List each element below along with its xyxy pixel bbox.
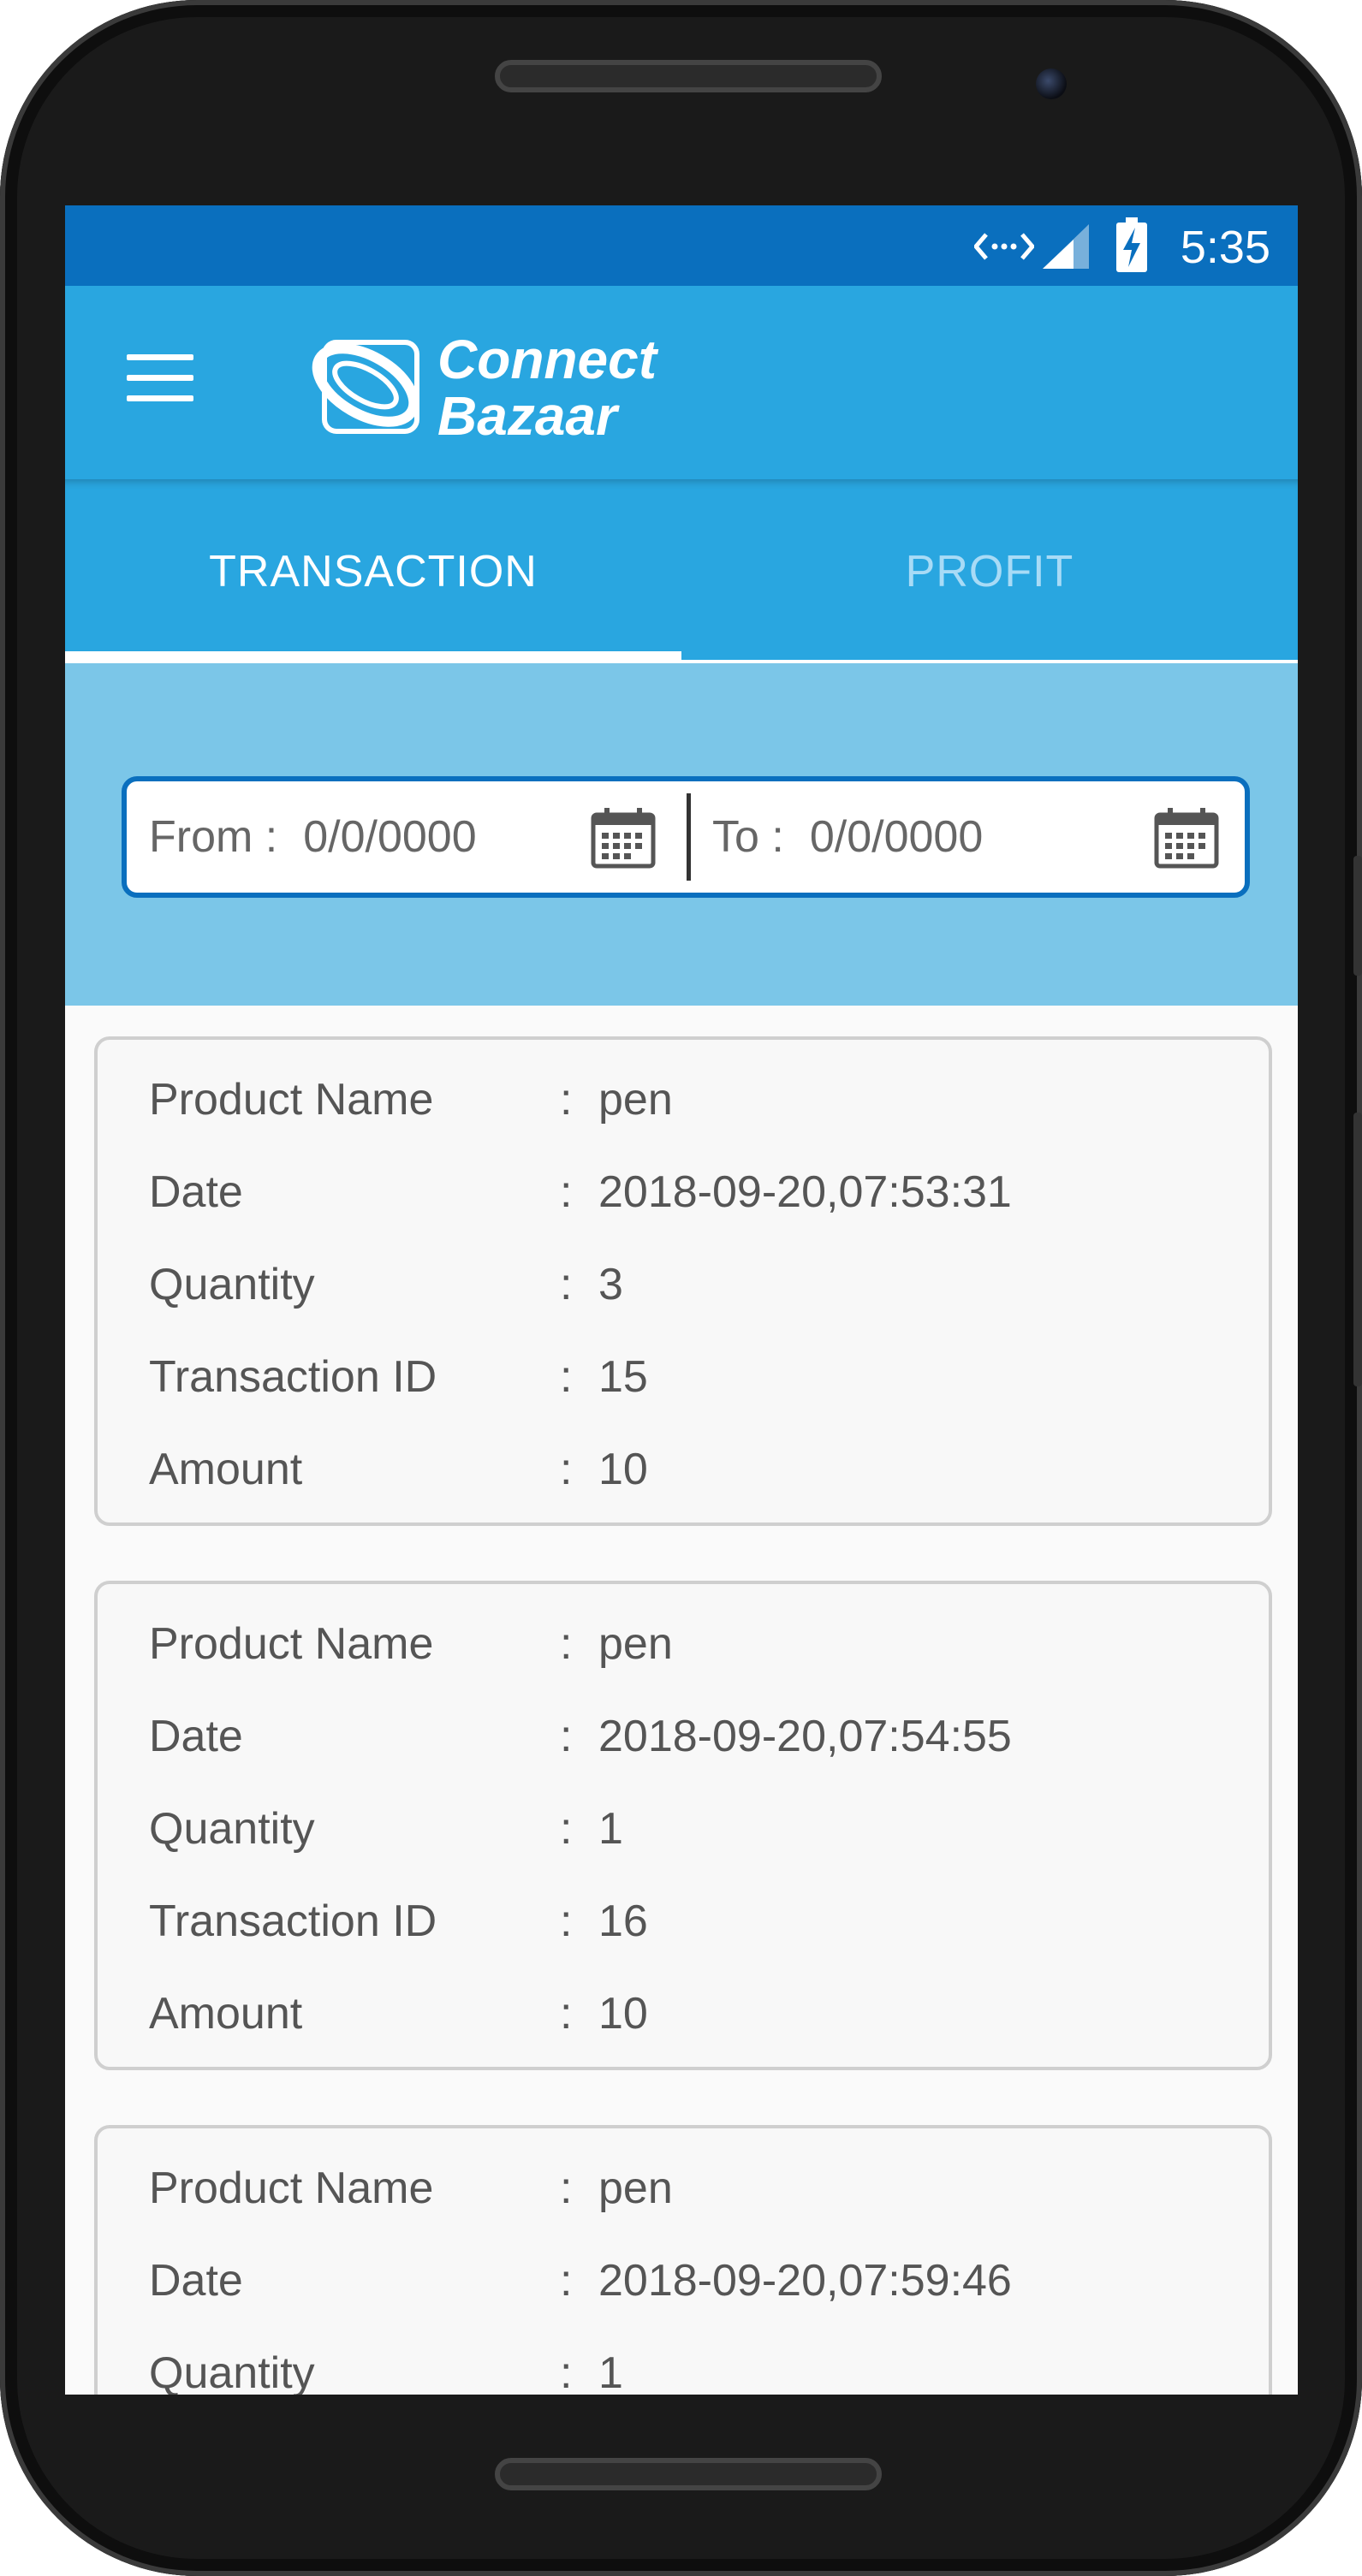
from-date-value: 0/0/0000 — [303, 812, 477, 862]
amount-value: 10 — [598, 1445, 648, 1494]
separator: : — [560, 1167, 573, 1217]
signal-icon — [1043, 224, 1089, 269]
separator: : — [560, 1712, 573, 1761]
device-frame: 5:35 Connect Bazaar TRANSACTION PROFIT F… — [0, 0, 1362, 2576]
bottom-speaker — [495, 2458, 882, 2490]
quantity-label: Quantity — [149, 1260, 315, 1309]
from-calendar-icon[interactable] — [591, 807, 656, 869]
menu-icon[interactable] — [127, 354, 193, 402]
separator: : — [560, 1352, 573, 1402]
data-transfer-icon — [974, 233, 1034, 260]
product-name-label: Product Name — [149, 1619, 434, 1669]
quantity-value: 1 — [598, 2348, 623, 2395]
date-label: Date — [149, 1167, 243, 1217]
tab-profit[interactable]: PROFIT — [681, 479, 1298, 663]
amount-label: Amount — [149, 1989, 303, 2039]
active-tab-indicator — [65, 651, 681, 663]
amount-label: Amount — [149, 1445, 303, 1494]
logo-text-connect: Connect — [437, 329, 657, 390]
transaction-card[interactable]: Product Name : pen Date : 2018-09-20,07:… — [94, 1036, 1272, 1526]
transaction-id-label: Transaction ID — [149, 1896, 437, 1946]
logo-icon — [312, 340, 419, 434]
separator: : — [560, 2163, 573, 2213]
separator: : — [560, 1619, 573, 1669]
tab-transaction[interactable]: TRANSACTION — [65, 479, 681, 663]
transaction-id-value: 16 — [598, 1896, 648, 1946]
app-logo: Connect Bazaar — [309, 327, 669, 447]
power-button — [1353, 1113, 1362, 1386]
date-label: Date — [149, 1712, 243, 1761]
to-date-field[interactable]: To : 0/0/0000 — [712, 781, 983, 893]
separator: : — [560, 1896, 573, 1946]
front-camera — [1036, 68, 1067, 99]
product-name-label: Product Name — [149, 2163, 434, 2213]
tab-bar: TRANSACTION PROFIT — [65, 479, 1298, 663]
from-date-field[interactable]: From : 0/0/0000 — [149, 781, 477, 893]
date-range-box: From : 0/0/0000 To : 0/0/0000 — [122, 776, 1250, 898]
status-bar: 5:35 — [65, 205, 1298, 286]
separator: : — [560, 2256, 573, 2306]
battery-charging-icon — [1116, 217, 1147, 272]
quantity-value: 3 — [598, 1260, 623, 1309]
quantity-label: Quantity — [149, 2348, 315, 2395]
product-name-value: pen — [598, 1619, 673, 1669]
to-label: To : — [712, 812, 784, 862]
date-label: Date — [149, 2256, 243, 2306]
amount-value: 10 — [598, 1989, 648, 2039]
app-bar: Connect Bazaar — [65, 286, 1298, 479]
to-calendar-icon[interactable] — [1154, 807, 1219, 869]
product-name-value: pen — [598, 2163, 673, 2213]
app-screen: 5:35 Connect Bazaar TRANSACTION PROFIT F… — [65, 205, 1298, 2395]
transaction-id-label: Transaction ID — [149, 1352, 437, 1402]
from-label: From : — [149, 812, 278, 862]
status-time: 5:35 — [1180, 222, 1270, 273]
product-name-value: pen — [598, 1075, 673, 1125]
transaction-card[interactable]: Product Name : pen Date : 2018-09-20,07:… — [94, 1581, 1272, 2070]
logo-text-bazaar: Bazaar — [437, 385, 617, 447]
separator: : — [560, 2348, 573, 2395]
separator: : — [560, 1075, 573, 1125]
quantity-value: 1 — [598, 1804, 623, 1854]
date-divider — [687, 793, 691, 881]
date-value: 2018-09-20,07:54:55 — [598, 1712, 1012, 1761]
product-name-label: Product Name — [149, 1075, 434, 1125]
transaction-card[interactable]: Product Name : pen Date : 2018-09-20,07:… — [94, 2125, 1272, 2395]
separator: : — [560, 1445, 573, 1494]
separator: : — [560, 1804, 573, 1854]
volume-button — [1353, 856, 1362, 976]
to-date-value: 0/0/0000 — [809, 812, 984, 862]
earpiece-speaker — [495, 60, 882, 92]
date-filter-area: From : 0/0/0000 To : 0/0/0000 — [65, 663, 1298, 1006]
separator: : — [560, 1260, 573, 1309]
date-value: 2018-09-20,07:53:31 — [598, 1167, 1012, 1217]
date-value: 2018-09-20,07:59:46 — [598, 2256, 1012, 2306]
quantity-label: Quantity — [149, 1804, 315, 1854]
separator: : — [560, 1989, 573, 2039]
transaction-id-value: 15 — [598, 1352, 648, 1402]
